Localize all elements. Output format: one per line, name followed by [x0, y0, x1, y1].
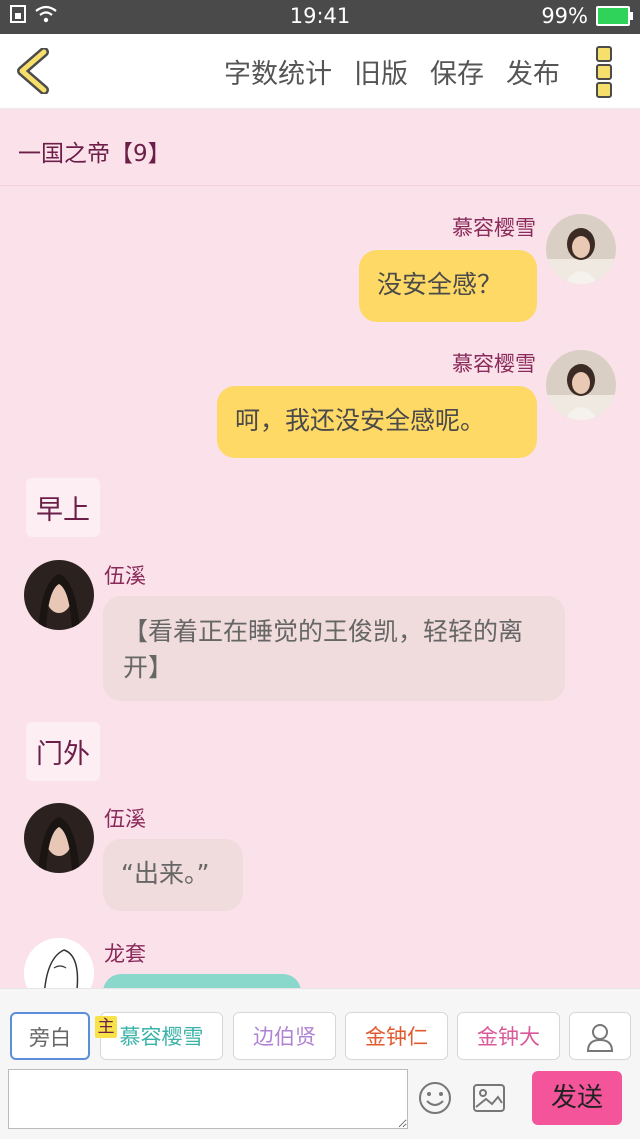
speaker-name: 龙套 — [104, 942, 146, 966]
role-label: 旁白 — [29, 1026, 71, 1050]
top-nav: 字数统计 旧版 保存 发布 — [0, 34, 640, 109]
battery-percent: 99% — [541, 4, 588, 28]
role-narrator-button[interactable]: 旁白 — [10, 1012, 90, 1060]
role-jinzhongren-button[interactable]: 金钟仁 — [345, 1012, 448, 1060]
more-menu-button[interactable] — [596, 46, 618, 98]
nav-actions: 字数统计 旧版 保存 发布 — [224, 52, 560, 91]
role-label: 金钟大 — [477, 1025, 540, 1049]
smiley-icon — [419, 1082, 451, 1114]
publish-button[interactable]: 发布 — [506, 52, 560, 91]
speaker-name: 伍溪 — [104, 807, 146, 831]
image-button[interactable] — [470, 1079, 508, 1117]
send-button[interactable]: 发送 — [532, 1071, 622, 1125]
avatar[interactable] — [24, 560, 94, 630]
avatar[interactable] — [546, 350, 616, 420]
girl-avatar-icon — [546, 350, 616, 420]
avatar[interactable] — [546, 214, 616, 284]
woman-avatar-icon — [24, 560, 94, 630]
back-button[interactable] — [14, 47, 54, 95]
status-bar: 19:41 99% — [0, 0, 640, 34]
save-button[interactable]: 保存 — [430, 52, 484, 91]
message-bubble[interactable]: 【看着正在睡觉的王俊凯，轻轻的离开】 — [103, 596, 565, 701]
person-icon — [586, 1024, 614, 1052]
more-dot-icon — [596, 64, 612, 80]
emoji-button[interactable] — [416, 1079, 454, 1117]
role-label: 慕容樱雪 — [119, 1025, 204, 1049]
avatar[interactable] — [24, 803, 94, 873]
message-bubble[interactable]: “出来。” — [103, 839, 243, 911]
speaker-name: 伍溪 — [104, 564, 146, 588]
speaker-name: 慕容樱雪 — [452, 352, 536, 376]
role-label: 金钟仁 — [365, 1025, 428, 1049]
host-badge: 主 — [95, 1016, 117, 1038]
status-icons-right: 99% — [541, 4, 633, 28]
image-icon — [473, 1084, 505, 1112]
compose-panel: 旁白 慕容樱雪 边伯贤 金钟仁 金钟大 主 发送 — [0, 988, 640, 1139]
chapter-title-bar: 一国之帝【9】 — [0, 110, 640, 186]
old-version-button[interactable]: 旧版 — [354, 52, 408, 91]
message-bubble[interactable]: 呵，我还没安全感呢。 — [217, 386, 537, 458]
message-bubble[interactable]: 没安全感？ — [359, 250, 537, 322]
more-dot-icon — [596, 46, 612, 62]
chevron-left-icon — [17, 47, 49, 95]
role-manage-button[interactable] — [569, 1012, 631, 1060]
scene-label[interactable]: 门外 — [26, 722, 100, 781]
chapter-title: 一国之帝【9】 — [18, 141, 171, 167]
role-bianboxian-button[interactable]: 边伯贤 — [233, 1012, 336, 1060]
battery-icon — [596, 6, 633, 26]
woman-avatar-icon — [24, 803, 94, 873]
speaker-name: 慕容樱雪 — [452, 216, 536, 240]
role-jinzhongda-button[interactable]: 金钟大 — [457, 1012, 560, 1060]
input-row: 发送 — [0, 1069, 640, 1131]
message-input[interactable] — [8, 1069, 408, 1129]
word-count-button[interactable]: 字数统计 — [224, 52, 332, 91]
role-label: 边伯贤 — [253, 1025, 316, 1049]
girl-avatar-icon — [546, 214, 616, 284]
scene-label[interactable]: 早上 — [26, 478, 100, 537]
more-dot-icon — [596, 82, 612, 98]
role-murong-button[interactable]: 慕容樱雪 — [100, 1012, 223, 1060]
